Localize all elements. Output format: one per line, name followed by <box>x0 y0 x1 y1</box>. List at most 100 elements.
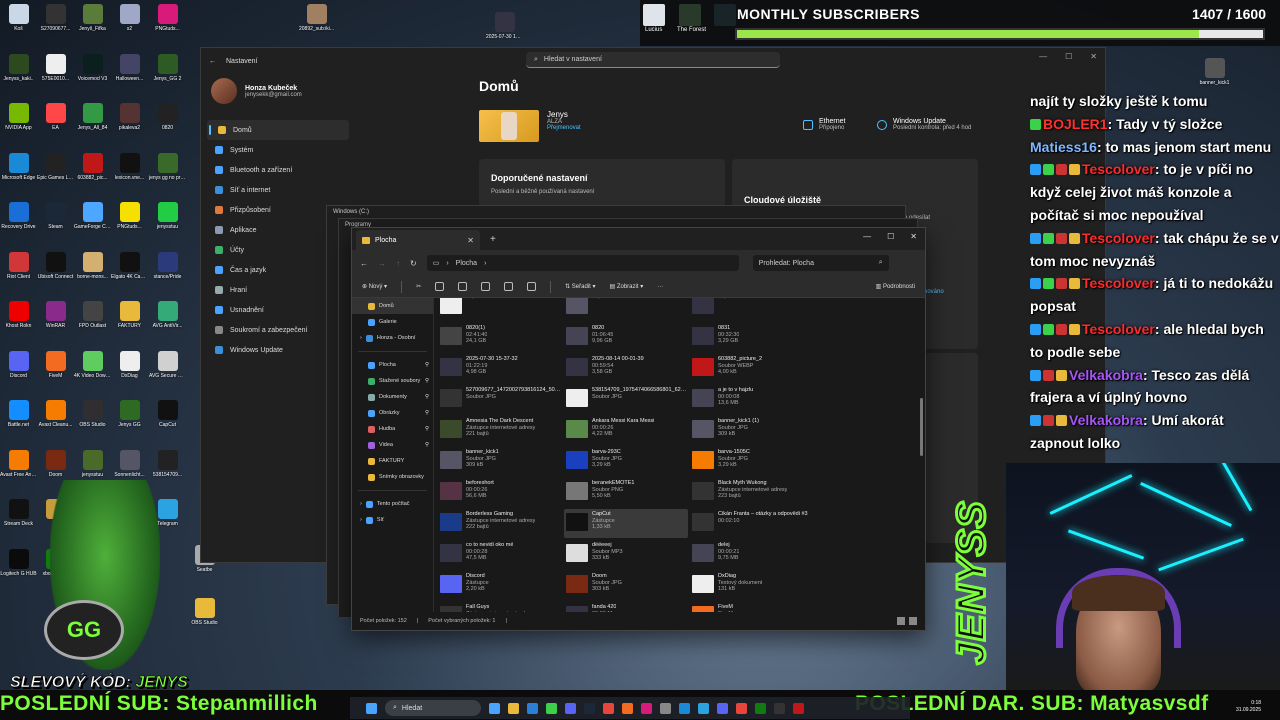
share-icon[interactable] <box>504 282 514 291</box>
sidebar-item[interactable]: Dokumenty ⚲ <box>352 389 433 405</box>
desktop-icon[interactable]: lexicon.vne... <box>111 152 148 181</box>
new-button[interactable]: ⊕ Nový ▾ <box>362 283 387 290</box>
start-button-icon[interactable] <box>366 702 377 714</box>
desktop-icon[interactable]: NVIDIA App <box>0 103 37 131</box>
chevron-right-icon[interactable]: › <box>360 517 362 523</box>
system-tray-clock[interactable]: 0:18 31.09.2025 <box>1236 700 1261 714</box>
paste-icon[interactable] <box>458 282 468 291</box>
desktop-icon[interactable]: stance/Pride <box>149 251 186 280</box>
settings-nav-item[interactable]: Systém <box>207 140 349 160</box>
file-item[interactable]: FiveMFiveMCfx.re <box>690 602 814 612</box>
view-button[interactable]: ▤ Zobrazit ▾ <box>610 283 644 290</box>
file-item[interactable]: dëëeeej Soubor MP3 333 kB <box>564 540 688 569</box>
desktop-icon[interactable]: Jenys_All_84 <box>74 103 111 131</box>
desktop-icon[interactable]: borne-mons... <box>74 251 111 280</box>
desktop-icon[interactable]: banner_kick1 <box>1196 58 1233 86</box>
taskbar-app-icon[interactable] <box>603 702 614 714</box>
desktop-icon[interactable]: s2 <box>111 4 148 32</box>
sort-button[interactable]: ⇅ Seřadit ▾ <box>565 283 595 290</box>
desktop-icon[interactable]: DxDiag <box>111 350 148 379</box>
file-item[interactable]: co to nevidi oko mé 00:00:28 47,5 MB <box>438 540 562 569</box>
sidebar-item[interactable]: › Honza - Osobní <box>352 330 433 346</box>
vertical-scrollbar[interactable] <box>920 398 923 456</box>
sidebar-item[interactable]: Videa ⚲ <box>352 437 433 453</box>
details-pane-button[interactable]: ▥ Podrobnosti <box>876 283 915 290</box>
desktop-icon[interactable]: Jenyš_Fifka <box>74 4 111 32</box>
sidebar-item[interactable]: Galerie <box>352 314 433 330</box>
taskbar-app-icon[interactable] <box>736 702 747 714</box>
chat-username[interactable]: Tescolover <box>1082 321 1155 337</box>
back-arrow-icon[interactable]: ← <box>209 58 216 65</box>
taskbar-app-icon[interactable] <box>793 702 804 714</box>
settings-nav-item[interactable]: Bluetooth a zařízení <box>207 160 349 180</box>
taskbar-app-icon[interactable] <box>755 702 766 714</box>
file-item[interactable]: 0831 00:32:30 3,29 GB <box>690 323 814 352</box>
desktop-icon[interactable]: Battle.net <box>0 400 37 428</box>
sidebar-item[interactable]: FAKTURY <box>352 453 433 469</box>
delete-icon[interactable] <box>527 282 537 291</box>
desktop-icon[interactable]: 20892_sub:iki... <box>298 4 335 32</box>
file-item[interactable]: Doom Soubor JPG 303 kB <box>564 571 688 600</box>
desktop-icon[interactable]: 4K Video Download... <box>74 350 111 379</box>
chevron-right-icon[interactable]: › <box>360 501 362 507</box>
settings-nav-item[interactable]: Síť a internet <box>207 180 349 200</box>
desktop-icon[interactable]: jenys gg no promo <box>149 152 186 181</box>
file-item[interactable]: Ankara Messi Kara Messi 00:00:26 4,22 MB <box>564 416 688 445</box>
chat-username[interactable]: BOJLER1 <box>1043 116 1108 132</box>
desktop-icon[interactable]: Jenys_GG 2 <box>149 53 186 82</box>
file-item[interactable]: DxDiag Textový dokument 131 kB <box>690 571 814 600</box>
file-item[interactable]: a je to v hajzlu 00:00:08 13,6 MB <box>690 385 814 414</box>
desktop-icon[interactable]: Koš <box>0 4 37 32</box>
desktop-icon[interactable]: 538154709... <box>149 449 186 478</box>
desktop-icon[interactable]: OBS Studio <box>74 400 111 428</box>
chevron-right-icon[interactable]: › <box>360 335 362 341</box>
taskbar-search-input[interactable]: ⌕ Hledat <box>385 700 481 716</box>
settings-search-input[interactable]: ⌕ Hledat v nastavení <box>526 52 780 68</box>
minimize-button[interactable]: — <box>1039 52 1047 61</box>
desktop-icon[interactable]: PNGtuds... <box>111 202 148 230</box>
settings-nav-home[interactable]: Domů <box>207 120 349 140</box>
file-item[interactable]: Borderless Gaming Zástupce internetové ad… <box>438 509 562 538</box>
chat-username[interactable]: Velkakobra <box>1069 367 1143 383</box>
details-view-icon[interactable] <box>897 617 905 625</box>
sidebar-item[interactable]: Obrázky ⚲ <box>352 405 433 421</box>
maximize-button[interactable]: ☐ <box>1065 52 1072 61</box>
file-item[interactable]: 2025-07-30 15-37-32 01:22:19 4,98 GB <box>438 354 562 383</box>
taskbar-app-icon[interactable] <box>546 702 557 714</box>
desktop-icon[interactable]: AVG Secure Browser <box>149 350 186 379</box>
explorer-search-input[interactable]: Prohledat: Plocha ⌕ <box>752 255 889 271</box>
chat-username[interactable]: Tescolover <box>1082 275 1155 291</box>
taskbar-app-icon[interactable] <box>622 702 633 714</box>
file-item[interactable]: CapCut Zástupce 1,33 kB <box>564 509 688 538</box>
desktop-icon[interactable]: 2025-07-30 15-37-32 <box>486 12 523 40</box>
desktop-icon[interactable]: WinRAR <box>37 301 74 329</box>
desktop-icon[interactable]: AVG AntiVir... <box>149 301 186 329</box>
chat-username[interactable]: Matiess16 <box>1030 139 1097 155</box>
taskbar-app-icon[interactable] <box>565 702 576 714</box>
taskbar-app-icon[interactable] <box>527 702 538 714</box>
rename-link[interactable]: Přejmenovat <box>547 125 581 131</box>
taskbar-app-icon[interactable] <box>679 702 690 714</box>
tiles-view-icon[interactable] <box>909 617 917 625</box>
settings-profile[interactable]: Honza Kubeček jenysekk@gmail.com <box>211 78 302 104</box>
copy-icon[interactable] <box>435 282 445 291</box>
desktop-icon[interactable]: Halloween... <box>111 53 148 82</box>
file-item[interactable]: 20,5 MB <box>564 298 688 321</box>
chat-username[interactable]: Tescolover <box>1082 230 1155 246</box>
desktop-icon[interactable]: Steam <box>37 202 74 230</box>
desktop-icon[interactable]: 575E0010... <box>37 53 74 82</box>
desktop-icon[interactable]: Avast Cleanu... <box>37 400 74 428</box>
desktop-icon[interactable]: Sonnenlicht... <box>111 449 148 478</box>
taskbar-app-icon[interactable] <box>660 702 671 714</box>
file-item[interactable]: Amnesia The Dark Descent Zástupce interne… <box>438 416 562 445</box>
chat-username[interactable]: Tescolover <box>1082 161 1155 177</box>
file-item[interactable]: Black Myth Wukong Zástupce internetové ad… <box>690 478 814 507</box>
taskbar-app-icon[interactable] <box>489 702 500 714</box>
sidebar-item[interactable]: Stažené soubory ⚲ <box>352 373 433 389</box>
desktop-icon[interactable]: S27090677... <box>37 4 74 32</box>
sidebar-item[interactable]: Plocha ⚲ <box>352 357 433 373</box>
file-item[interactable]: beforeshort 00:00:26 56,6 MB <box>438 478 562 507</box>
rename-icon[interactable] <box>481 282 491 291</box>
cut-icon[interactable]: ✂ <box>416 283 421 290</box>
desktop-icon[interactable]: jenysstuu <box>74 449 111 478</box>
